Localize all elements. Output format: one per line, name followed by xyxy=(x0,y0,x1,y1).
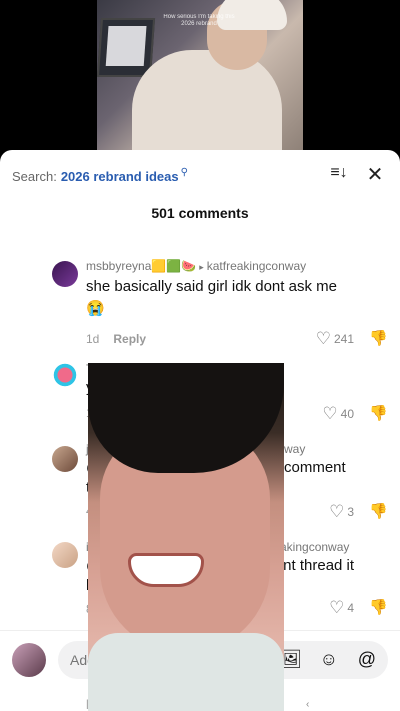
robe-image xyxy=(132,50,282,160)
dislike-icon[interactable]: 👎 xyxy=(369,404,388,422)
dislike-icon[interactable]: 👎 xyxy=(369,598,388,616)
reply-to-user[interactable]: way xyxy=(284,442,305,456)
avatar[interactable] xyxy=(52,542,78,568)
heart-icon: ♡ xyxy=(329,598,345,617)
dislike-icon[interactable]: 👎 xyxy=(369,329,388,347)
comment-emoji: 😭 xyxy=(86,300,105,317)
like-button[interactable]: ♡ 40 xyxy=(322,404,354,424)
avatar[interactable] xyxy=(12,643,46,677)
like-count: 241 xyxy=(333,332,354,346)
mouth-image xyxy=(128,553,204,587)
close-icon[interactable]: ✕ xyxy=(364,162,386,186)
reply-to-user[interactable]: katfreakingconway xyxy=(207,259,306,273)
like-button[interactable]: ♡ 241 xyxy=(316,329,354,349)
comment-time: 1d xyxy=(86,332,100,346)
like-button[interactable]: ♡ 3 xyxy=(329,502,354,522)
reply-arrow-icon: ▸ xyxy=(199,262,204,272)
laptop-image xyxy=(97,18,156,77)
avatar[interactable] xyxy=(52,446,78,472)
search-label: Search: xyxy=(12,168,57,184)
blanket-image xyxy=(88,633,284,711)
back-icon[interactable]: ‹ xyxy=(306,699,309,710)
user-emoji: 🟨🟩🍉 xyxy=(151,259,197,273)
heart-icon: ♡ xyxy=(329,502,345,521)
comment-text: she basically said girl idk dont ask me xyxy=(86,278,337,295)
search-term[interactable]: 2026 rebrand ideas xyxy=(61,169,179,184)
avatar[interactable] xyxy=(52,362,78,388)
heart-icon: ♡ xyxy=(315,329,331,348)
like-count: 3 xyxy=(347,505,354,519)
video-thumbnail: How serious I'm taking this 2026 rebrand xyxy=(97,0,303,160)
comments-count: 501 comments xyxy=(151,205,249,221)
like-button[interactable]: ♡ 4 xyxy=(329,598,354,618)
video-caption: How serious I'm taking this 2026 rebrand xyxy=(163,14,235,27)
heart-icon: ♡ xyxy=(322,404,338,423)
comment-username[interactable]: msbbyreyna🟨🟩🍉 ▸ katfreakingconway xyxy=(86,259,306,273)
video-player[interactable]: How serious I'm taking this 2026 rebrand xyxy=(0,0,400,160)
avatar[interactable] xyxy=(52,261,78,287)
dislike-icon[interactable]: 👎 xyxy=(369,502,388,520)
username[interactable]: msbbyreyna xyxy=(86,259,151,273)
tiktok-watermark: TikTok xyxy=(356,540,388,551)
comment-text: comment xyxy=(284,459,346,476)
duet-video-overlay[interactable] xyxy=(88,363,284,711)
like-count: 40 xyxy=(340,407,354,421)
at-icon[interactable]: @ xyxy=(358,649,376,670)
emoji-icon[interactable]: ☺ xyxy=(320,649,338,670)
comment-meta: 1d Reply xyxy=(86,332,146,346)
reply-button[interactable]: Reply xyxy=(113,332,146,346)
search-icon: ⚲ xyxy=(180,166,188,178)
sort-icon[interactable]: ≡↓ xyxy=(328,164,350,186)
like-count: 4 xyxy=(347,601,354,615)
